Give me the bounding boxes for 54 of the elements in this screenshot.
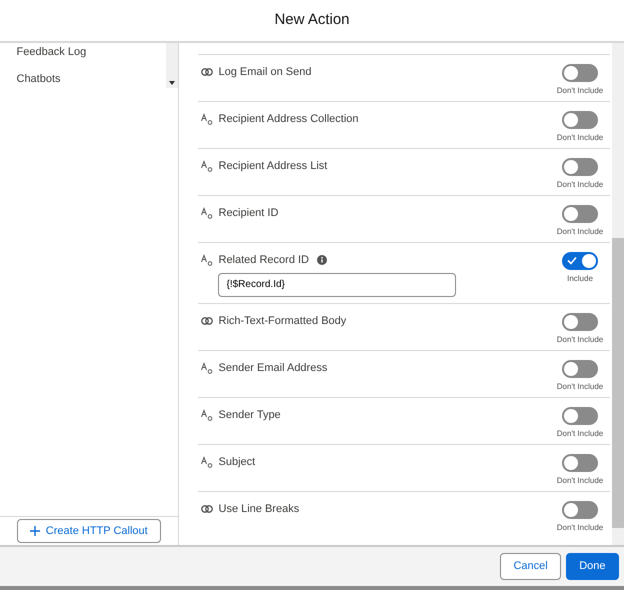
cancel-button[interactable]: Cancel	[500, 553, 561, 580]
field-label: Related Record ID	[218, 253, 309, 268]
linked-rings-icon	[201, 503, 213, 516]
field-label: Recipient Address List	[218, 159, 328, 174]
toggle-switch[interactable]	[562, 252, 598, 270]
toggle-caption: Don't Include	[556, 132, 604, 144]
plus-icon	[30, 526, 40, 536]
field-label: Subject	[218, 455, 256, 470]
scrollbar[interactable]	[612, 43, 624, 545]
linked-rings-icon	[201, 66, 213, 78]
scrollbar[interactable]	[166, 43, 178, 88]
toggle-switch[interactable]	[562, 158, 598, 176]
sidebar-item[interactable]: Chatbots	[16, 71, 61, 88]
text-type-icon	[201, 409, 213, 422]
field-label: Recipient ID	[218, 206, 278, 221]
done-button[interactable]: Done	[566, 553, 618, 580]
dialog-title: New Action	[274, 10, 350, 30]
toggle-switch[interactable]	[562, 360, 598, 378]
text-type-icon	[201, 456, 213, 468]
scrollbar-thumb[interactable]	[612, 238, 624, 528]
text-type-icon	[201, 362, 213, 374]
field-label: Log Email on Send	[218, 65, 312, 80]
toggle-switch[interactable]	[562, 407, 598, 425]
toggle-caption: Don't Include	[556, 226, 604, 238]
toggle-caption: Don't Include	[556, 522, 604, 534]
text-type-icon	[201, 254, 213, 266]
checkmark-icon	[567, 256, 577, 265]
toggle-caption: Don't Include	[556, 334, 604, 346]
toggle-switch[interactable]	[562, 501, 598, 519]
toggle-caption: Don't Include	[556, 84, 604, 97]
info-icon[interactable]	[317, 255, 328, 266]
toggle-switch[interactable]	[562, 111, 598, 129]
sidebar-item[interactable]: Feedback Log	[16, 44, 86, 61]
field-label: Use Line Breaks	[218, 502, 300, 517]
text-type-icon	[201, 160, 213, 172]
text-type-icon	[201, 207, 213, 220]
toggle-caption: Include	[567, 272, 593, 285]
toggle-switch[interactable]	[562, 205, 598, 223]
linked-rings-icon	[201, 315, 213, 328]
field-label: Recipient Address Collection	[218, 112, 359, 127]
field-label: Sender Email Address	[218, 361, 328, 376]
toggle-switch[interactable]	[562, 454, 598, 472]
toggle-caption: Don't Include	[556, 474, 604, 487]
toggle-switch[interactable]	[562, 64, 598, 82]
toggle-caption: Don't Include	[556, 178, 604, 191]
field-label: Rich-Text-Formatted Body	[218, 314, 346, 329]
scroll-down-icon[interactable]	[169, 81, 175, 86]
create-callout-button[interactable]: Create HTTP Callout	[17, 518, 161, 544]
text-type-icon	[201, 113, 213, 126]
toggle-caption: Don't Include	[556, 428, 604, 440]
toggle-caption: Don't Include	[556, 380, 604, 393]
field-label: Sender Type	[218, 408, 281, 423]
value-input[interactable]: {!$Record.Id}	[218, 272, 456, 296]
toggle-switch[interactable]	[562, 313, 598, 331]
